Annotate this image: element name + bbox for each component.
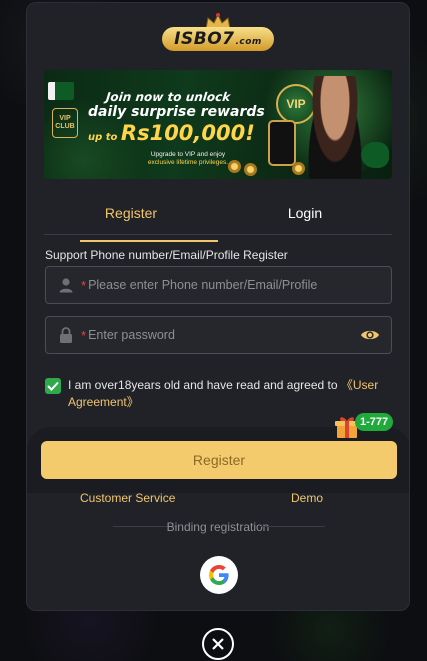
banner-line3: up to Rs100,000! <box>88 121 255 145</box>
eye-icon[interactable] <box>359 326 381 344</box>
check-icon <box>47 381 59 391</box>
close-icon <box>212 638 224 650</box>
account-input[interactable] <box>88 278 391 292</box>
password-field[interactable]: * <box>45 316 392 354</box>
lock-icon <box>57 326 75 344</box>
chip-icon <box>292 162 305 175</box>
demo-link[interactable]: Demo <box>291 491 323 505</box>
auth-tabs: Register Login <box>44 199 392 242</box>
divider-line <box>261 526 325 527</box>
binding-registration-label: Binding registration <box>166 520 270 534</box>
register-method-label: Support Phone number/Email/Profile Regis… <box>45 248 288 262</box>
model-illustration <box>306 76 364 179</box>
logo-text: ISBO7 .com <box>162 27 274 51</box>
account-field[interactable]: * <box>45 266 392 304</box>
customer-service-link[interactable]: Customer Service <box>80 491 175 505</box>
tab-login[interactable]: Login <box>218 199 392 234</box>
register-modal: ISBO7 .com VIP CLUB Join now to unlock da… <box>26 2 410 611</box>
google-icon <box>209 565 229 585</box>
chip-icon <box>244 163 257 176</box>
banner-line2: daily surprise rewards <box>88 104 265 120</box>
google-login-button[interactable] <box>200 556 238 594</box>
pakistan-flag-icon <box>48 82 74 100</box>
required-mark: * <box>81 327 87 343</box>
agreement-row: I am over18years old and have read and a… <box>45 377 390 411</box>
password-input[interactable] <box>88 328 359 342</box>
user-icon <box>57 276 75 294</box>
bonus-badge: 1-777 <box>355 413 394 431</box>
required-mark: * <box>81 277 87 293</box>
tab-register[interactable]: Register <box>44 199 218 242</box>
chip-icon <box>228 160 241 173</box>
vip-club-badge: VIP CLUB <box>52 108 78 138</box>
phone-illustration <box>268 120 296 166</box>
promo-banner[interactable]: VIP CLUB Join now to unlock daily surpri… <box>44 70 392 179</box>
agree-checkbox[interactable] <box>45 378 61 394</box>
pakistan-flag-icon <box>361 142 389 168</box>
banner-line1: Join now to unlock <box>105 90 232 104</box>
agreement-text: I am over18years old and have read and a… <box>68 378 379 409</box>
register-button[interactable]: Register <box>41 441 397 479</box>
close-button[interactable] <box>202 628 234 660</box>
logo: ISBO7 .com <box>27 9 409 57</box>
